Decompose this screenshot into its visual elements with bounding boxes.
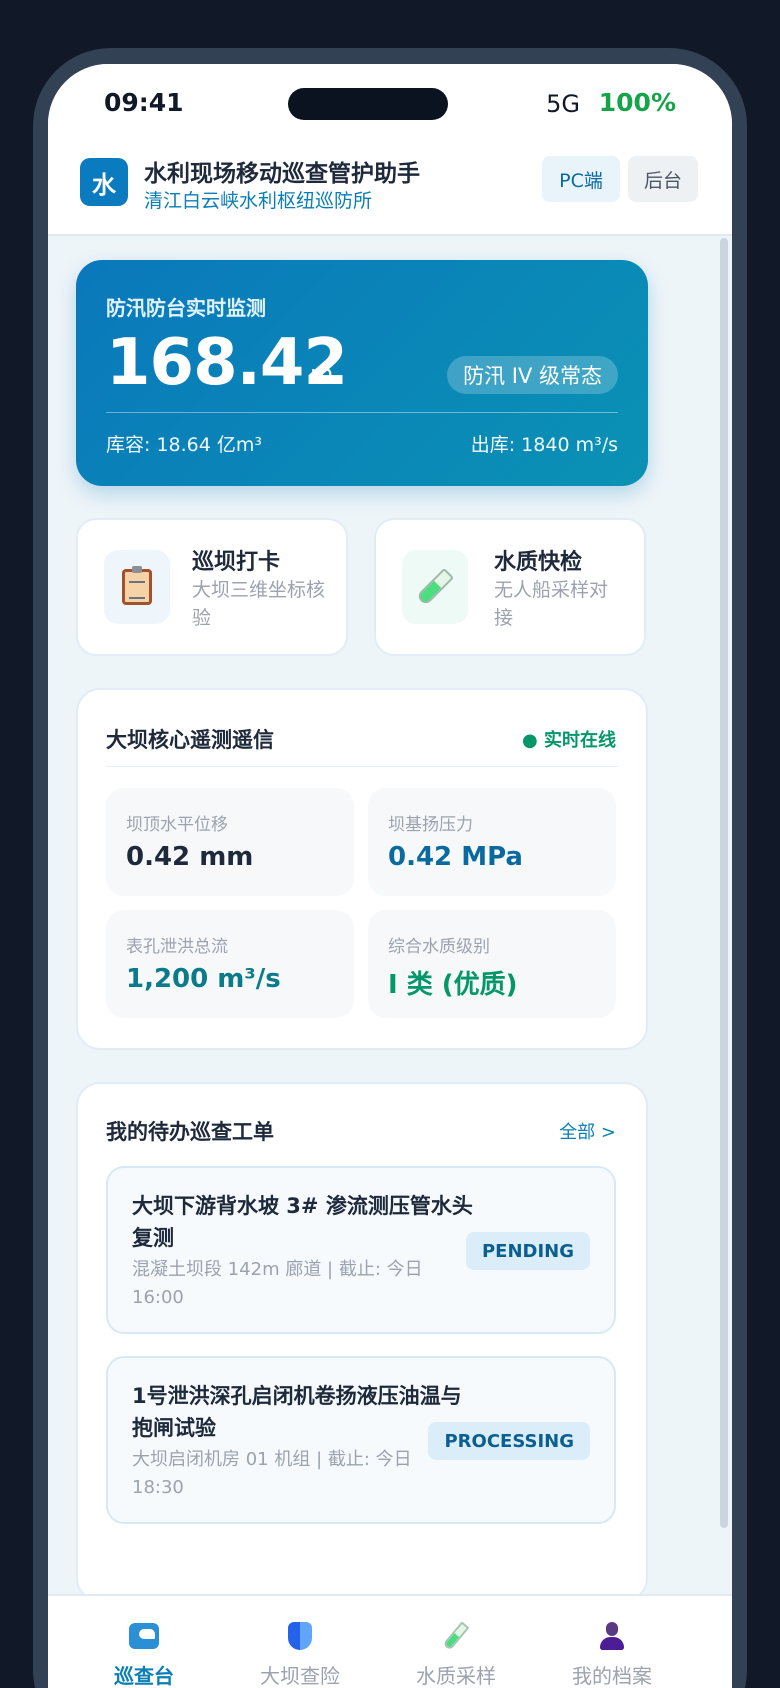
online-status: ● 实时在线 [522, 730, 616, 751]
order-title: 大坝下游背水坡 3# 渗流测压管水头复测 [132, 1194, 473, 1250]
status-badge: PROCESSING [428, 1422, 590, 1460]
dynamic-island [288, 88, 448, 120]
tab-patrol[interactable]: 巡查台 [74, 1618, 214, 1688]
monitor-divider [106, 412, 618, 413]
scrollbar[interactable] [720, 238, 728, 1528]
station-name: 清江白云峡水利枢纽巡防所 [144, 190, 373, 212]
metric-value: 0.42 mm [126, 842, 254, 872]
tab-profile[interactable]: 我的档案 [542, 1618, 682, 1688]
reservoir-capacity: 库容: 18.64 亿m³ [106, 434, 262, 456]
tab-label: 巡查台 [114, 1664, 174, 1688]
tab-dam-inspection[interactable]: 大坝查险 [230, 1618, 370, 1688]
test-tube-icon [402, 550, 468, 624]
orders-title: 我的待办巡查工单 [106, 1120, 274, 1144]
work-order-item[interactable]: 大坝下游背水坡 3# 渗流测压管水头复测 混凝土坝段 142m 廊道 | 截止:… [106, 1166, 616, 1334]
metric-label: 坝基扬压力 [388, 815, 473, 835]
bottom-tab-bar: 巡查台 大坝查险 水质采样 我的档案 [48, 1594, 732, 1688]
app-header: 水 水利现场移动巡查管护助手 清江白云峡水利枢纽巡防所 PC端 后台 [48, 144, 732, 236]
metric-label: 综合水质级别 [388, 937, 490, 957]
test-tube-icon [386, 1618, 526, 1652]
status-bar: 09:41 5G 100% [48, 64, 732, 144]
monitor-title: 防汛防台实时监测 [106, 296, 266, 320]
telemetry-title: 大坝核心遥测遥信 [106, 728, 274, 752]
battery-level: 100% [598, 88, 676, 117]
metric-value: Ⅰ 类 (优质) [388, 970, 518, 1000]
status-time: 09:41 [104, 88, 184, 117]
telemetry-panel: 大坝核心遥测遥信 ● 实时在线 坝顶水平位移 0.42 mm 坝基扬压力 0.4… [76, 688, 648, 1050]
tab-label: 大坝查险 [260, 1664, 340, 1688]
work-orders-panel: 我的待办巡查工单 全部 > 大坝下游背水坡 3# 渗流测压管水头复测 混凝土坝段… [76, 1082, 648, 1602]
status-badge: PENDING [465, 1232, 590, 1270]
metric-label: 表孔泄洪总流 [126, 937, 228, 957]
pc-button[interactable]: PC端 [542, 156, 620, 202]
metric-uplift-pressure[interactable]: 坝基扬压力 0.42 MPa [368, 788, 616, 896]
telemetry-divider [106, 766, 618, 767]
metric-crest-displacement[interactable]: 坝顶水平位移 0.42 mm [106, 788, 354, 896]
order-detail: 大坝启闭机房 01 机组 | 截止: 今日 18:30 [132, 1449, 412, 1498]
action-title: 水质快检 [494, 550, 583, 575]
patrol-checkin-card[interactable]: 巡坝打卡 大坝三维坐标核验 [76, 518, 348, 656]
metric-value: 0.42 MPa [388, 842, 523, 872]
metric-water-quality[interactable]: 综合水质级别 Ⅰ 类 (优质) [368, 910, 616, 1018]
order-detail: 混凝土坝段 142m 廊道 | 截止: 今日 16:00 [132, 1259, 423, 1308]
flood-level-badge: 防汛 IV 级常态 [447, 356, 618, 394]
tab-label: 水质采样 [416, 1664, 496, 1688]
user-icon [542, 1618, 682, 1652]
view-all-link[interactable]: 全部 > [559, 1118, 616, 1144]
app-logo: 水 [80, 158, 128, 206]
action-subtitle: 大坝三维坐标核验 [192, 579, 326, 629]
flood-monitor-card[interactable]: 防汛防台实时监测 168.42 m 防汛 IV 级常态 库容: 18.64 亿m… [76, 260, 648, 486]
tab-label: 我的档案 [572, 1664, 652, 1688]
outflow-rate: 出库: 1840 m³/s [470, 434, 618, 456]
work-order-item[interactable]: 1号泄洪深孔启闭机卷扬液压油温与抱闸试验 大坝启闭机房 01 机组 | 截止: … [106, 1356, 616, 1524]
order-title: 1号泄洪深孔启闭机卷扬液压油温与抱闸试验 [132, 1384, 462, 1440]
admin-button[interactable]: 后台 [628, 156, 698, 202]
water-quality-card[interactable]: 水质快检 无人船采样对接 [374, 518, 646, 656]
shield-icon [230, 1618, 370, 1652]
app-title: 水利现场移动巡查管护助手 [144, 161, 420, 187]
metric-value: 1,200 m³/s [126, 964, 281, 994]
metric-spillway-flow[interactable]: 表孔泄洪总流 1,200 m³/s [106, 910, 354, 1018]
tab-water-sampling[interactable]: 水质采样 [386, 1618, 526, 1688]
action-title: 巡坝打卡 [192, 550, 281, 575]
action-subtitle: 无人船采样对接 [494, 579, 609, 629]
patrol-icon [74, 1618, 214, 1652]
signal-indicator: 5G [546, 90, 580, 118]
water-level-unit: m [310, 360, 334, 388]
clipboard-icon [104, 550, 170, 624]
app-screen: 09:41 5G 100% 水 水利现场移动巡查管护助手 清江白云峡水利枢纽巡防… [48, 64, 732, 1688]
metric-label: 坝顶水平位移 [126, 815, 228, 835]
